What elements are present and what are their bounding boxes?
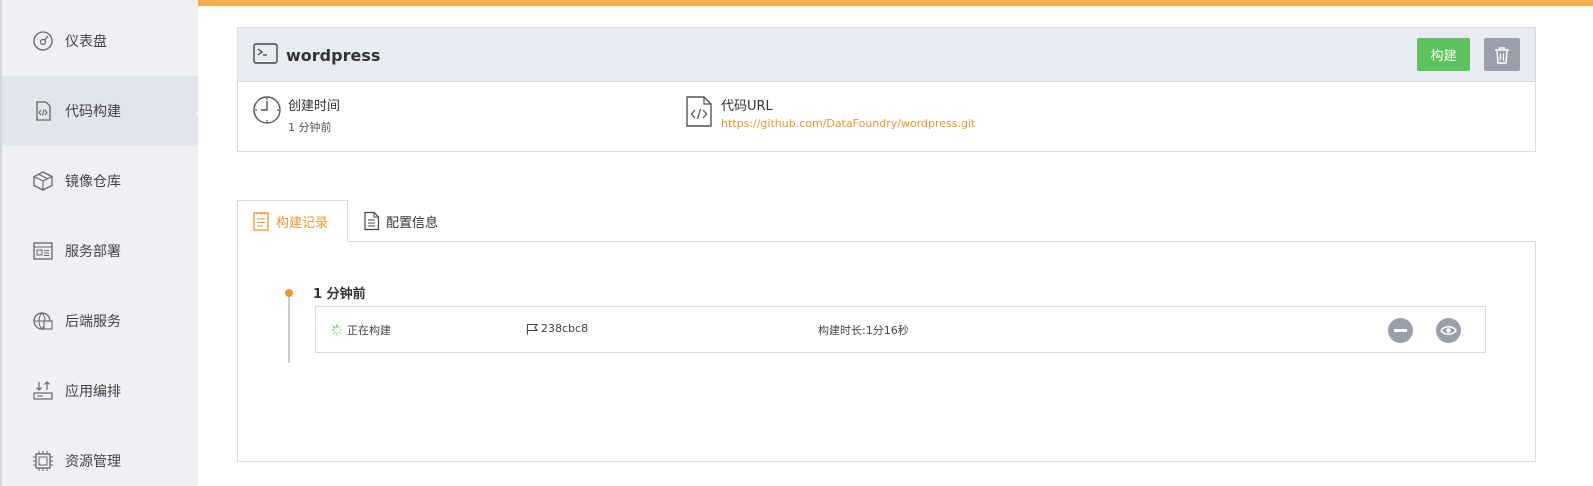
box-icon [32, 170, 54, 192]
sidebar: 仪表盘 代码构建 镜像仓库 服务部署 后端服务 应用编排 资源管理 [0, 0, 202, 486]
dashboard-icon [32, 30, 54, 52]
upload-tray-icon [32, 380, 54, 402]
sidebar-item-label: 应用编排 [65, 384, 121, 400]
build-commit: 238cbc8 [526, 322, 588, 335]
sidebar-item-image-registry[interactable]: 镜像仓库 [2, 146, 198, 216]
sidebar-item-label: 服务部署 [65, 244, 121, 260]
sidebar-item-label: 代码构建 [65, 104, 121, 120]
project-name: wordpress [286, 46, 381, 65]
view-log-button[interactable] [1436, 318, 1461, 343]
page: 仪表盘 代码构建 镜像仓库 服务部署 后端服务 应用编排 资源管理 wordpr… [0, 0, 1593, 486]
tab-build-records[interactable]: 构建记录 [237, 200, 348, 242]
sidebar-item-resource-management[interactable]: 资源管理 [2, 426, 198, 486]
build-commit-hash[interactable]: 238cbc8 [541, 322, 588, 335]
build-status: 正在构建 [331, 322, 391, 338]
sidebar-item-dashboard[interactable]: 仪表盘 [2, 6, 198, 76]
sidebar-item-app-orchestration[interactable]: 应用编排 [2, 356, 198, 426]
browser-window-icon [32, 240, 54, 262]
notepad-icon [253, 212, 269, 231]
build-duration: 构建时长:1分16秒 [818, 324, 909, 337]
sidebar-item-code-build[interactable]: 代码构建 [2, 76, 202, 146]
code-url-label: 代码URL [721, 99, 773, 114]
tab-label: 配置信息 [386, 215, 439, 231]
build-records-panel: 1 分钟前 正在构建 238cbc8 构建时长:1分16秒 [237, 241, 1536, 462]
code-file-icon [32, 100, 54, 122]
trash-icon [1495, 46, 1509, 64]
code-file-icon [686, 96, 712, 127]
repo-link[interactable]: https://github.com/DataFoundry/wordpress… [721, 117, 975, 130]
terminal-icon [253, 43, 278, 64]
active-pointer [196, 108, 202, 118]
tab-config-info[interactable]: 配置信息 [349, 200, 469, 242]
created-time-value: 1 分钟前 [288, 121, 332, 134]
sidebar-item-label: 镜像仓库 [65, 174, 121, 190]
delete-button[interactable] [1484, 38, 1520, 71]
build-status-text: 正在构建 [347, 324, 391, 337]
build-record-row: 正在构建 238cbc8 构建时长:1分16秒 [315, 306, 1486, 353]
sidebar-item-service-deploy[interactable]: 服务部署 [2, 216, 198, 286]
project-card: wordpress 构建 创建时间 1 分钟前 代码URL https://gi… [237, 27, 1536, 152]
build-group-title: 1 分钟前 [313, 287, 366, 302]
timeline-dot [285, 289, 293, 297]
created-time-label: 创建时间 [288, 99, 341, 114]
chip-icon [32, 450, 54, 472]
sidebar-item-label: 资源管理 [65, 454, 121, 470]
build-button[interactable]: 构建 [1417, 38, 1470, 71]
clock-icon [253, 96, 281, 124]
globe-server-icon [32, 310, 54, 332]
project-card-header: wordpress 构建 [238, 28, 1535, 82]
sidebar-item-label: 仪表盘 [65, 34, 107, 50]
stop-icon [1394, 329, 1407, 332]
timeline-line [288, 292, 290, 363]
spinner-icon [331, 324, 343, 336]
code-url-value: https://github.com/DataFoundry/wordpress… [721, 117, 975, 130]
flag-icon [526, 323, 539, 334]
eye-icon [1440, 326, 1457, 335]
tab-label: 构建记录 [276, 215, 329, 231]
sidebar-item-backend-service[interactable]: 后端服务 [2, 286, 198, 356]
stop-build-button[interactable] [1388, 318, 1413, 343]
document-icon [364, 211, 380, 231]
top-accent-bar [198, 0, 1593, 6]
sidebar-item-label: 后端服务 [65, 314, 121, 330]
